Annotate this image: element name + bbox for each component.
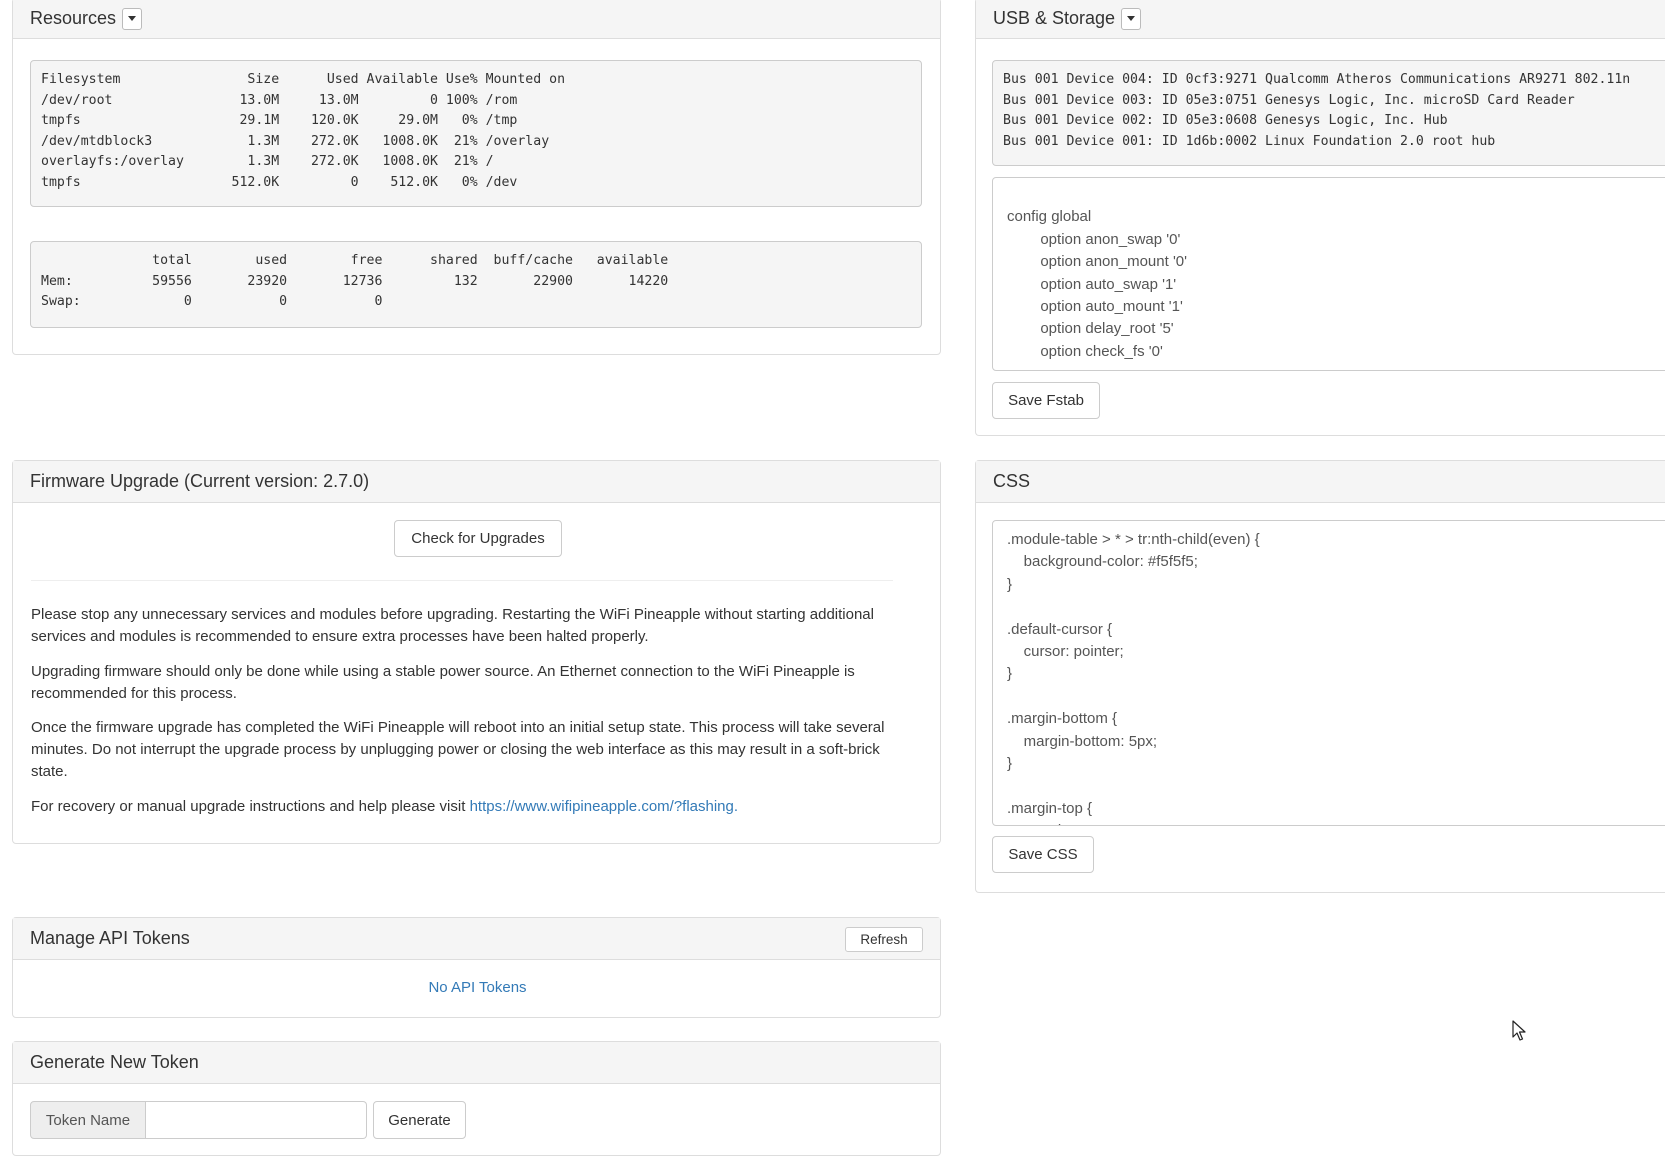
- save-fstab-button[interactable]: Save Fstab: [992, 382, 1100, 419]
- check-for-upgrades-button[interactable]: Check for Upgrades: [394, 520, 562, 557]
- css-textarea[interactable]: .module-table > * > tr:nth-child(even) {…: [992, 520, 1665, 826]
- firmware-paragraph-power: Upgrading firmware should only be done w…: [31, 663, 855, 702]
- resources-heading: Resources: [13, 0, 940, 39]
- lsusb-output: Bus 001 Device 004: ID 0cf3:9271 Qualcom…: [992, 60, 1665, 166]
- resources-dropdown-caret-icon[interactable]: [122, 7, 143, 30]
- refresh-button[interactable]: Refresh: [845, 927, 923, 952]
- firmware-heading: Firmware Upgrade (Current version: 2.7.0…: [13, 461, 940, 503]
- firmware-divider: [31, 580, 893, 581]
- usb-storage-panel: USB & Storage Bus 001 Device 004: ID 0cf…: [975, 0, 1665, 436]
- resources-panel: Resources Filesystem Size Used Available…: [12, 0, 941, 355]
- mouse-pointer-icon: [1512, 1020, 1526, 1041]
- css-heading: CSS: [976, 461, 1665, 503]
- usb-storage-heading: USB & Storage: [976, 0, 1665, 39]
- fstab-textarea[interactable]: config global option anon_swap '0' optio…: [992, 177, 1665, 371]
- save-css-button[interactable]: Save CSS: [992, 836, 1094, 873]
- no-api-tokens-text: No API Tokens: [428, 979, 527, 996]
- css-title: CSS: [993, 471, 1031, 491]
- generate-token-title: Generate New Token: [30, 1052, 199, 1072]
- generate-button[interactable]: Generate: [373, 1101, 466, 1139]
- filesystem-output: Filesystem Size Used Available Use% Moun…: [30, 60, 922, 207]
- resources-title: Resources: [30, 8, 117, 28]
- css-panel: CSS .module-table > * > tr:nth-child(eve…: [975, 460, 1665, 893]
- flashing-link[interactable]: https://www.wifipineapple.com/?flashing.: [470, 798, 738, 815]
- firmware-upgrade-panel: Firmware Upgrade (Current version: 2.7.0…: [12, 460, 941, 844]
- firmware-paragraph-recovery: For recovery or manual upgrade instructi…: [31, 796, 893, 818]
- generate-token-panel: Generate New Token Token Name Generate: [12, 1041, 941, 1156]
- generate-token-heading: Generate New Token: [13, 1042, 940, 1084]
- usb-storage-title: USB & Storage: [993, 8, 1116, 28]
- memory-output: total used free shared buff/cache availa…: [30, 241, 922, 328]
- token-name-addon: Token Name: [30, 1101, 146, 1139]
- usb-storage-dropdown-caret-icon[interactable]: [1121, 7, 1142, 30]
- firmware-title: Firmware Upgrade (Current version: 2.7.0…: [30, 471, 370, 491]
- api-tokens-heading: Manage API Tokens Refresh: [13, 918, 940, 960]
- firmware-paragraph-reboot: Once the firmware upgrade has completed …: [31, 719, 885, 780]
- recovery-text: For recovery or manual upgrade instructi…: [31, 798, 470, 815]
- token-name-input[interactable]: [146, 1101, 367, 1139]
- api-tokens-title: Manage API Tokens: [30, 928, 190, 948]
- manage-api-tokens-panel: Manage API Tokens Refresh No API Tokens: [12, 917, 941, 1018]
- firmware-paragraph-services: Please stop any unnecessary services and…: [31, 606, 874, 645]
